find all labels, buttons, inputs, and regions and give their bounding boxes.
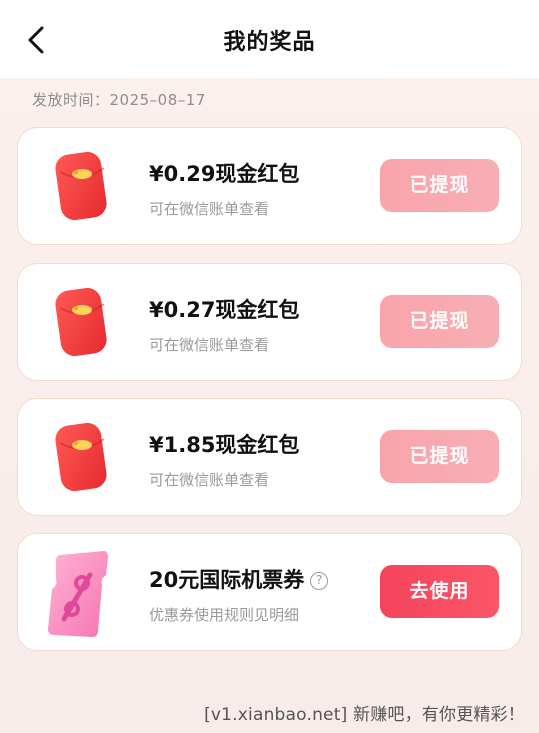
prize-title: ¥0.27现金红包 [149, 298, 300, 322]
red-envelope-icon [55, 151, 107, 221]
page-title: 我的奖品 [223, 30, 316, 55]
prize-title: 20元国际机票券? [149, 564, 329, 594]
prize-card: ¥0.27现金红包 可在微信账单查看 已提现 [17, 263, 522, 381]
nav-bar: 我的奖品 [0, 0, 539, 78]
prize-title-text: 20元国际机票券 [149, 568, 305, 592]
prize-subtitle: 优惠券使用规则见明细 [149, 606, 300, 624]
use-coupon-button[interactable]: 去使用 [380, 565, 499, 618]
red-envelope-icon [55, 422, 107, 492]
prize-card: 20元国际机票券? 优惠券使用规则见明细 去使用 [17, 533, 522, 651]
help-icon[interactable]: ? [310, 572, 329, 590]
withdrawn-button[interactable]: 已提现 [380, 295, 499, 348]
prize-title: ¥0.29现金红包 [149, 162, 300, 186]
withdrawn-button[interactable]: 已提现 [380, 159, 499, 212]
prize-subtitle: 可在微信账单查看 [149, 471, 270, 489]
prize-subtitle: 可在微信账单查看 [149, 336, 270, 354]
prize-subtitle: 可在微信账单查看 [149, 200, 270, 218]
watermark-text: [v1.xianbao.net] 新赚吧，有你更精彩！ [204, 705, 525, 725]
withdrawn-button[interactable]: 已提现 [380, 430, 499, 483]
red-envelope-icon [55, 287, 107, 357]
prize-card: ¥1.85现金红包 可在微信账单查看 已提现 [17, 398, 522, 516]
prize-card: ¥0.29现金红包 可在微信账单查看 已提现 [17, 127, 522, 245]
issue-date: 发放时间：2025–08–17 [32, 91, 206, 109]
prize-title: ¥1.85现金红包 [149, 433, 300, 457]
coupon-ticket-icon [48, 551, 108, 637]
